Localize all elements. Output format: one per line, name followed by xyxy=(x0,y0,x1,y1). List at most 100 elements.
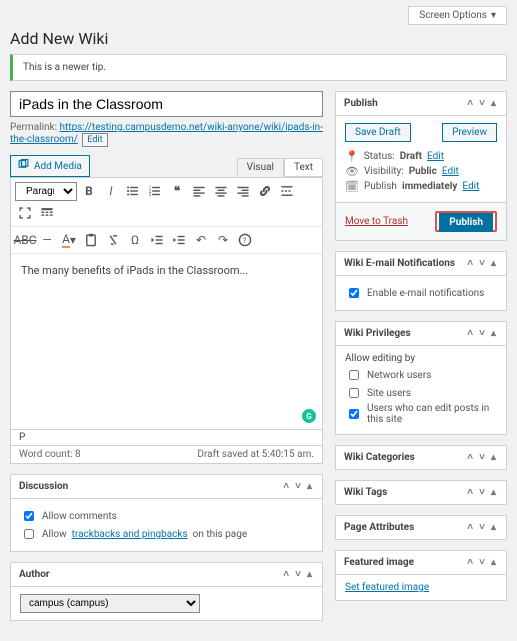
fullscreen-button[interactable] xyxy=(15,203,35,223)
link-button[interactable] xyxy=(255,181,275,201)
tags-title: Wiki Tags xyxy=(344,487,387,498)
toggle-icon[interactable]: ▴ xyxy=(489,258,498,269)
page-attrs-header[interactable]: Page Attributes ˄˅▴ xyxy=(336,516,506,539)
categories-header[interactable]: Wiki Categories˄˅▴ xyxy=(336,446,506,469)
chevron-up-icon[interactable]: ˄ xyxy=(465,452,475,463)
blockquote-button[interactable]: ❝ xyxy=(167,181,187,201)
chevron-down-icon[interactable]: ˅ xyxy=(477,522,487,533)
redo-button[interactable]: ↷ xyxy=(213,230,233,250)
format-select[interactable]: Paragraph xyxy=(15,182,77,201)
chevron-up-icon[interactable]: ˄ xyxy=(465,487,475,498)
strike-button[interactable]: ABC xyxy=(15,230,35,250)
chevron-up-icon[interactable]: ˄ xyxy=(465,98,475,109)
paste-button[interactable] xyxy=(81,230,101,250)
grammarly-icon[interactable]: G xyxy=(302,409,316,423)
admin-notice: This is a newer tip. xyxy=(10,54,507,81)
textcolor-button[interactable]: A▾ xyxy=(59,230,79,250)
edit-slug-button[interactable]: Edit xyxy=(82,133,107,147)
privileges-title: Wiki Privileges xyxy=(344,328,411,339)
tags-header[interactable]: Wiki Tags ˄˅▴ xyxy=(336,481,506,504)
priv-site-checkbox[interactable] xyxy=(349,388,359,398)
media-icon xyxy=(18,159,29,173)
priv-network-label: Network users xyxy=(367,370,431,381)
edit-status-link[interactable]: Edit xyxy=(427,151,444,162)
screen-options-button[interactable]: Screen Options ▾ xyxy=(408,6,507,25)
chevron-up-icon[interactable]: ˄ xyxy=(465,258,475,269)
indent-button[interactable] xyxy=(169,230,189,250)
bullet-list-button[interactable] xyxy=(123,181,143,201)
bold-button[interactable]: B xyxy=(79,181,99,201)
content-editor[interactable]: The many benefits of iPads in the Classr… xyxy=(11,254,322,429)
chevron-down-icon[interactable]: ˅ xyxy=(293,481,303,492)
preview-button[interactable]: Preview xyxy=(442,123,497,142)
readmore-button[interactable] xyxy=(277,181,297,201)
clear-format-button[interactable] xyxy=(103,230,123,250)
toggle-icon[interactable]: ▴ xyxy=(305,481,314,492)
publish-button[interactable]: Publish xyxy=(439,213,493,232)
page-attrs-title: Page Attributes xyxy=(344,522,414,533)
status-label: Status: xyxy=(364,151,395,162)
author-title: Author xyxy=(19,569,50,580)
italic-button[interactable]: I xyxy=(101,181,121,201)
set-featured-image-link[interactable]: Set featured image xyxy=(345,582,429,593)
priv-network-checkbox[interactable] xyxy=(349,370,359,380)
tab-visual[interactable]: Visual xyxy=(237,158,284,177)
allow-pingback-text2: on this page xyxy=(193,529,248,540)
tab-text[interactable]: Text xyxy=(284,158,323,177)
permalink-url[interactable]: https://testing.campusdemo.net/wiki-anyo… xyxy=(10,122,323,145)
undo-button[interactable]: ↶ xyxy=(191,230,211,250)
post-title-input[interactable] xyxy=(10,91,323,117)
email-header[interactable]: Wiki E-mail Notifications ˄˅▴ xyxy=(336,252,506,275)
word-count: Word count: 8 xyxy=(19,449,81,460)
publish-header[interactable]: Publish ˄˅▴ xyxy=(336,92,506,115)
toggle-icon[interactable]: ▴ xyxy=(305,569,314,580)
toggle-icon[interactable]: ▴ xyxy=(489,98,498,109)
add-media-button[interactable]: Add Media xyxy=(10,155,90,177)
chevron-down-icon[interactable]: ˅ xyxy=(477,557,487,568)
privileges-header[interactable]: Wiki Privileges ˄˅▴ xyxy=(336,322,506,345)
enable-email-checkbox[interactable] xyxy=(349,288,359,298)
align-left-button[interactable] xyxy=(189,181,209,201)
toolbar-toggle-button[interactable] xyxy=(37,203,57,223)
featured-image-header[interactable]: Featured image˄˅▴ xyxy=(336,551,506,574)
align-right-button[interactable] xyxy=(233,181,253,201)
chevron-down-icon[interactable]: ˅ xyxy=(477,487,487,498)
discussion-header[interactable]: Discussion ˄˅▴ xyxy=(11,475,322,498)
edit-visibility-link[interactable]: Edit xyxy=(442,166,459,177)
chevron-up-icon[interactable]: ˄ xyxy=(465,522,475,533)
chevron-down-icon[interactable]: ˅ xyxy=(477,98,487,109)
author-select[interactable]: campus (campus) xyxy=(20,594,200,613)
allow-pingbacks-checkbox[interactable] xyxy=(24,529,34,539)
outdent-button[interactable] xyxy=(147,230,167,250)
special-char-button[interactable]: Ω xyxy=(125,230,145,250)
edit-schedule-link[interactable]: Edit xyxy=(462,181,479,192)
priv-site-label: Site users xyxy=(367,388,411,399)
help-button[interactable]: ? xyxy=(235,230,255,250)
save-draft-button[interactable]: Save Draft xyxy=(345,123,411,142)
chevron-up-icon[interactable]: ˄ xyxy=(281,569,291,580)
chevron-down-icon[interactable]: ˅ xyxy=(477,452,487,463)
chevron-down-icon[interactable]: ˅ xyxy=(477,328,487,339)
hr-button[interactable]: — xyxy=(37,230,57,250)
author-header[interactable]: Author ˄˅▴ xyxy=(11,563,322,586)
chevron-down-icon[interactable]: ˅ xyxy=(293,569,303,580)
publish-sched-label: Publish xyxy=(364,181,397,192)
chevron-up-icon[interactable]: ˄ xyxy=(465,328,475,339)
toggle-icon[interactable]: ▴ xyxy=(489,487,498,498)
align-center-button[interactable] xyxy=(211,181,231,201)
allow-comments-checkbox[interactable] xyxy=(24,511,34,521)
visibility-value: Public xyxy=(409,166,437,177)
chevron-up-icon[interactable]: ˄ xyxy=(465,557,475,568)
chevron-up-icon[interactable]: ˄ xyxy=(281,481,291,492)
permalink-label: Permalink: xyxy=(10,122,57,133)
chevron-down-icon[interactable]: ˅ xyxy=(477,258,487,269)
number-list-button[interactable]: 123 xyxy=(145,181,165,201)
toggle-icon[interactable]: ▴ xyxy=(489,452,498,463)
toggle-icon[interactable]: ▴ xyxy=(489,557,498,568)
trackbacks-link[interactable]: trackbacks and pingbacks xyxy=(72,529,188,540)
toggle-icon[interactable]: ▴ xyxy=(489,522,498,533)
publish-highlight: Publish xyxy=(435,211,497,232)
move-to-trash-link[interactable]: Move to Trash xyxy=(345,216,408,227)
priv-editors-checkbox[interactable] xyxy=(349,409,359,419)
toggle-icon[interactable]: ▴ xyxy=(489,328,498,339)
